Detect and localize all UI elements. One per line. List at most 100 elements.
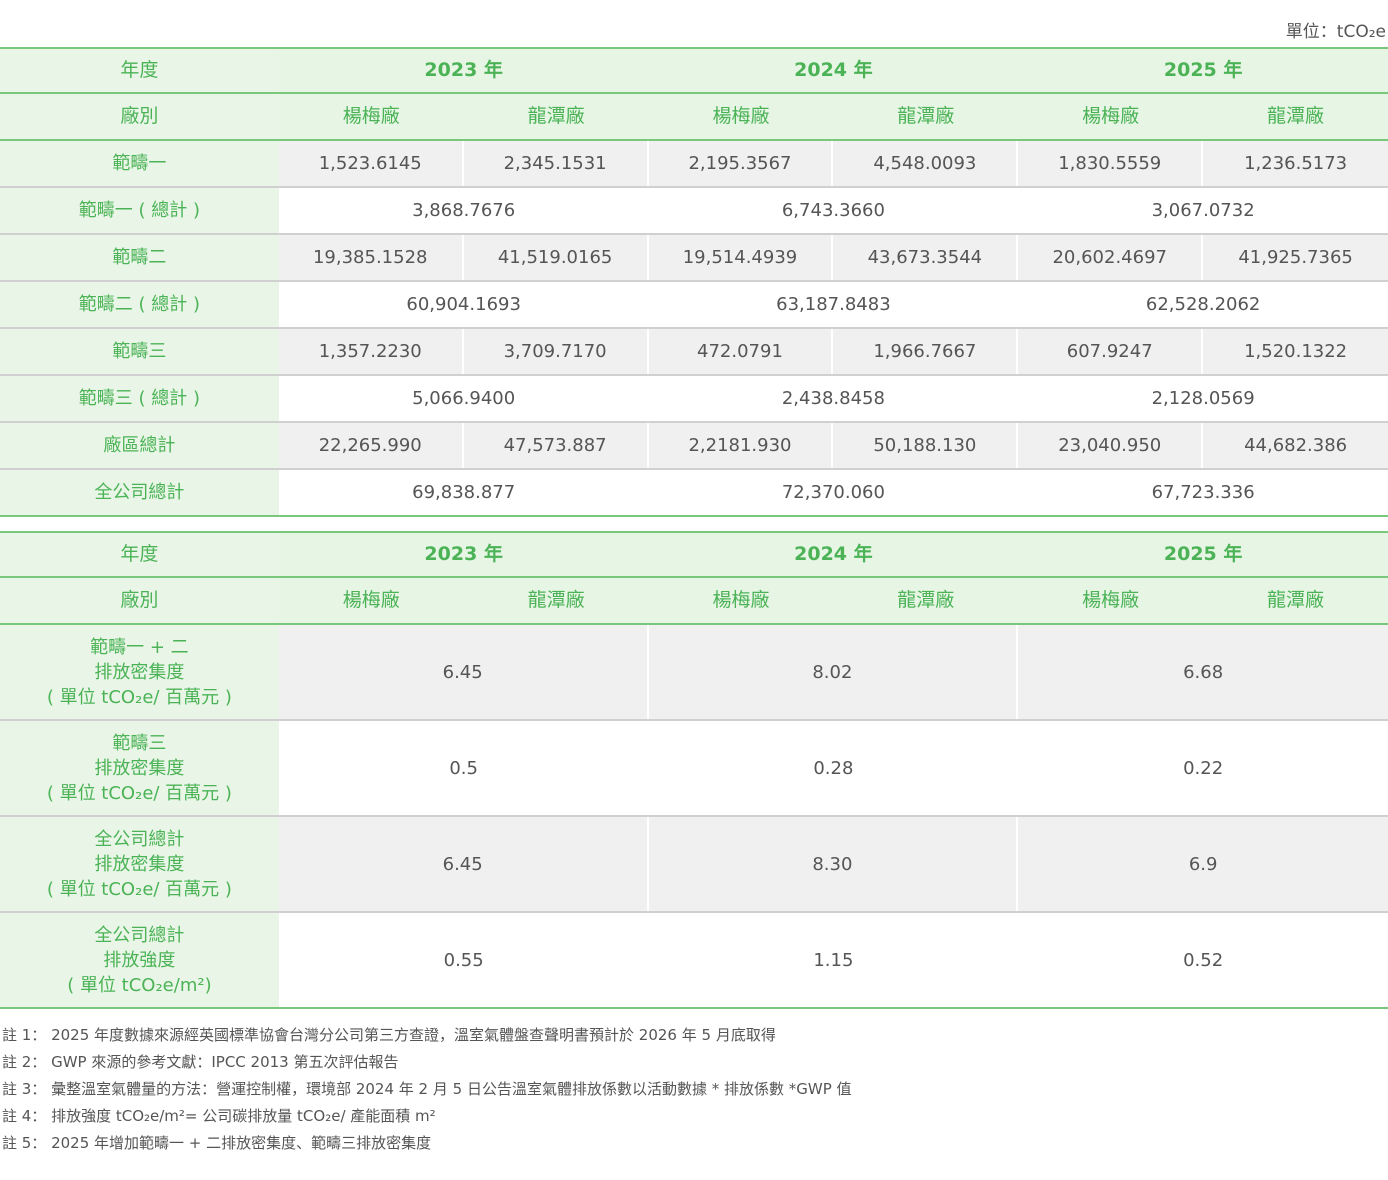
row-label: 全公司總計 排放強度 ( 單位 tCO₂e/m²) xyxy=(0,913,279,1007)
total-cell: 6.9 xyxy=(1018,817,1388,911)
table-row: 範疇一 1,523.6145 2,345.1531 2,195.3567 4,5… xyxy=(0,141,1388,188)
total-cell: 1.15 xyxy=(813,949,854,971)
table-row: 範疇二 19,385.1528 41,519.0165 19,514.4939 … xyxy=(0,235,1388,282)
value-cell: 22,265.990 xyxy=(278,423,464,468)
total-cell: 6,743.3660 xyxy=(781,200,885,221)
value-cell: 50,188.130 xyxy=(833,423,1019,468)
table-row: 範疇三 1,357.2230 3,709.7170 472.0791 1,966… xyxy=(0,329,1388,376)
table-row: 範疇一 ( 總計 ) 3,868.7676 6,743.3660 3,067.0… xyxy=(0,188,1388,235)
total-cell: 6.68 xyxy=(1018,625,1388,719)
row-label-line: 全公司總計 xyxy=(94,828,185,850)
plant-header: 龍潭廠 xyxy=(897,589,955,611)
value-cell: 2,195.3567 xyxy=(648,141,834,186)
value-cell: 1,236.5173 xyxy=(1203,141,1388,186)
plant-header-row: 廠別 楊梅廠 龍潭廠 楊梅廠 龍潭廠 楊梅廠 龍潭廠 xyxy=(0,578,1388,625)
row-label: 廠區總計 xyxy=(0,423,279,468)
row-label: 範疇三 排放密集度 ( 單位 tCO₂e/ 百萬元 ) xyxy=(0,721,279,815)
row-label: 範疇二 ( 總計 ) xyxy=(0,282,279,327)
value-cell: 1,520.1322 xyxy=(1203,329,1388,374)
total-cell: 72,370.060 xyxy=(781,482,885,503)
row-label-line: 排放強度 xyxy=(103,949,176,971)
total-cell: 0.52 xyxy=(1183,949,1224,971)
total-cell: 3,868.7676 xyxy=(412,200,516,221)
row-label-line: 範疇一 + 二 xyxy=(90,636,189,658)
value-cell: 41,925.7365 xyxy=(1203,235,1388,280)
plant-header: 楊梅廠 xyxy=(342,105,400,127)
table-row: 全公司總計 排放密集度 ( 單位 tCO₂e/ 百萬元 ) 6.45 8.30 … xyxy=(0,817,1388,913)
total-cell: 8.02 xyxy=(648,625,1019,719)
table-row: 範疇二 ( 總計 ) 60,904.1693 63,187.8483 62,52… xyxy=(0,282,1388,329)
value-cell: 2,345.1531 xyxy=(463,141,649,186)
table-row: 範疇三 ( 總計 ) 5,066.9400 2,438.8458 2,128.0… xyxy=(0,376,1388,423)
footnote: 註 2： GWP 來源的參考文獻：IPCC 2013 第五次評估報告 xyxy=(2,1053,399,1071)
total-cell: 8.30 xyxy=(648,817,1019,911)
plant-header-row: 廠別 楊梅廠 龍潭廠 楊梅廠 龍潭廠 楊梅廠 龍潭廠 xyxy=(0,94,1388,141)
year-header: 2023 年 xyxy=(424,543,503,565)
year-header-label: 年度 xyxy=(0,49,279,92)
plant-header: 楊梅廠 xyxy=(712,589,770,611)
row-label-line: ( 單位 tCO₂e/ 百萬元 ) xyxy=(46,686,232,708)
table-row: 範疇三 排放密集度 ( 單位 tCO₂e/ 百萬元 ) 0.5 0.28 0.2… xyxy=(0,721,1388,817)
row-label: 全公司總計 xyxy=(0,470,279,515)
year-header-label: 年度 xyxy=(0,533,279,576)
value-cell: 4,548.0093 xyxy=(833,141,1019,186)
plant-header: 龍潭廠 xyxy=(527,589,585,611)
row-label-line: ( 單位 tCO₂e/m²) xyxy=(67,974,212,996)
table-row: 範疇一 + 二 排放密集度 ( 單位 tCO₂e/ 百萬元 ) 6.45 8.0… xyxy=(0,625,1388,721)
total-cell: 2,128.0569 xyxy=(1151,388,1255,409)
total-cell: 6.45 xyxy=(278,817,649,911)
year-header-row: 年度 2023 年 2024 年 2025 年 xyxy=(0,531,1388,578)
row-label-line: 排放密集度 xyxy=(94,853,185,875)
table-row: 全公司總計 69,838.877 72,370.060 67,723.336 xyxy=(0,470,1388,517)
value-cell: 1,523.6145 xyxy=(278,141,464,186)
unit-label: 單位：tCO₂e xyxy=(1285,22,1386,42)
table-row: 廠區總計 22,265.990 47,573.887 2,2181.930 50… xyxy=(0,423,1388,470)
value-cell: 1,830.5559 xyxy=(1018,141,1204,186)
year-header-row: 年度 2023 年 2024 年 2025 年 xyxy=(0,47,1388,94)
value-cell: 23,040.950 xyxy=(1018,423,1204,468)
total-cell: 6.45 xyxy=(278,625,649,719)
plant-header-label: 廠別 xyxy=(0,94,279,139)
value-cell: 47,573.887 xyxy=(463,423,649,468)
value-cell: 1,357.2230 xyxy=(278,329,464,374)
row-label-line: 全公司總計 xyxy=(94,924,185,946)
footnote: 註 3： 彙整溫室氣體量的方法：營運控制權，環境部 2024 年 2 月 5 日… xyxy=(2,1080,852,1098)
total-cell: 60,904.1693 xyxy=(406,294,521,315)
footnote: 註 1： 2025 年度數據來源經英國標準協會台灣分公司第三方查證，溫室氣體盤查… xyxy=(2,1026,776,1044)
value-cell: 19,514.4939 xyxy=(648,235,834,280)
row-label: 範疇一 ( 總計 ) xyxy=(0,188,279,233)
year-header: 2024 年 xyxy=(794,59,873,81)
total-cell: 3,067.0732 xyxy=(1151,200,1255,221)
plant-header: 楊梅廠 xyxy=(1082,589,1140,611)
year-header: 2025 年 xyxy=(1163,59,1243,81)
value-cell: 2,2181.930 xyxy=(648,423,834,468)
plant-header: 楊梅廠 xyxy=(342,589,400,611)
plant-header: 龍潭廠 xyxy=(527,105,585,127)
emissions-table: 年度 2023 年 2024 年 2025 年 廠別 楊梅廠 龍潭廠 楊梅廠 龍… xyxy=(0,47,1388,517)
value-cell: 3,709.7170 xyxy=(463,329,649,374)
row-label: 範疇一 + 二 排放密集度 ( 單位 tCO₂e/ 百萬元 ) xyxy=(0,625,279,719)
footnote: 註 4： 排放強度 tCO₂e/m²= 公司碳排放量 tCO₂e/ 產能面積 m… xyxy=(2,1107,436,1125)
total-cell: 5,066.9400 xyxy=(412,388,516,409)
row-label: 範疇三 xyxy=(0,329,279,374)
value-cell: 41,519.0165 xyxy=(463,235,649,280)
row-label: 範疇三 ( 總計 ) xyxy=(0,376,279,421)
row-label: 範疇一 xyxy=(0,141,279,186)
plant-header: 楊梅廠 xyxy=(712,105,770,127)
row-label-line: ( 單位 tCO₂e/ 百萬元 ) xyxy=(46,782,232,804)
year-header: 2023 年 xyxy=(424,59,503,81)
plant-header: 龍潭廠 xyxy=(1267,589,1325,611)
total-cell: 69,838.877 xyxy=(412,482,516,503)
total-cell: 67,723.336 xyxy=(1151,482,1255,503)
plant-header-label: 廠別 xyxy=(0,578,279,623)
total-cell: 0.28 xyxy=(813,757,854,779)
value-cell: 43,673.3544 xyxy=(833,235,1019,280)
row-label-line: 範疇三 xyxy=(112,732,167,754)
row-label: 範疇二 xyxy=(0,235,279,280)
value-cell: 607.9247 xyxy=(1018,329,1204,374)
plant-header: 楊梅廠 xyxy=(1082,105,1140,127)
year-header: 2025 年 xyxy=(1163,543,1243,565)
value-cell: 1,966.7667 xyxy=(833,329,1019,374)
total-cell: 63,187.8483 xyxy=(776,294,891,315)
total-cell: 0.5 xyxy=(449,757,478,779)
